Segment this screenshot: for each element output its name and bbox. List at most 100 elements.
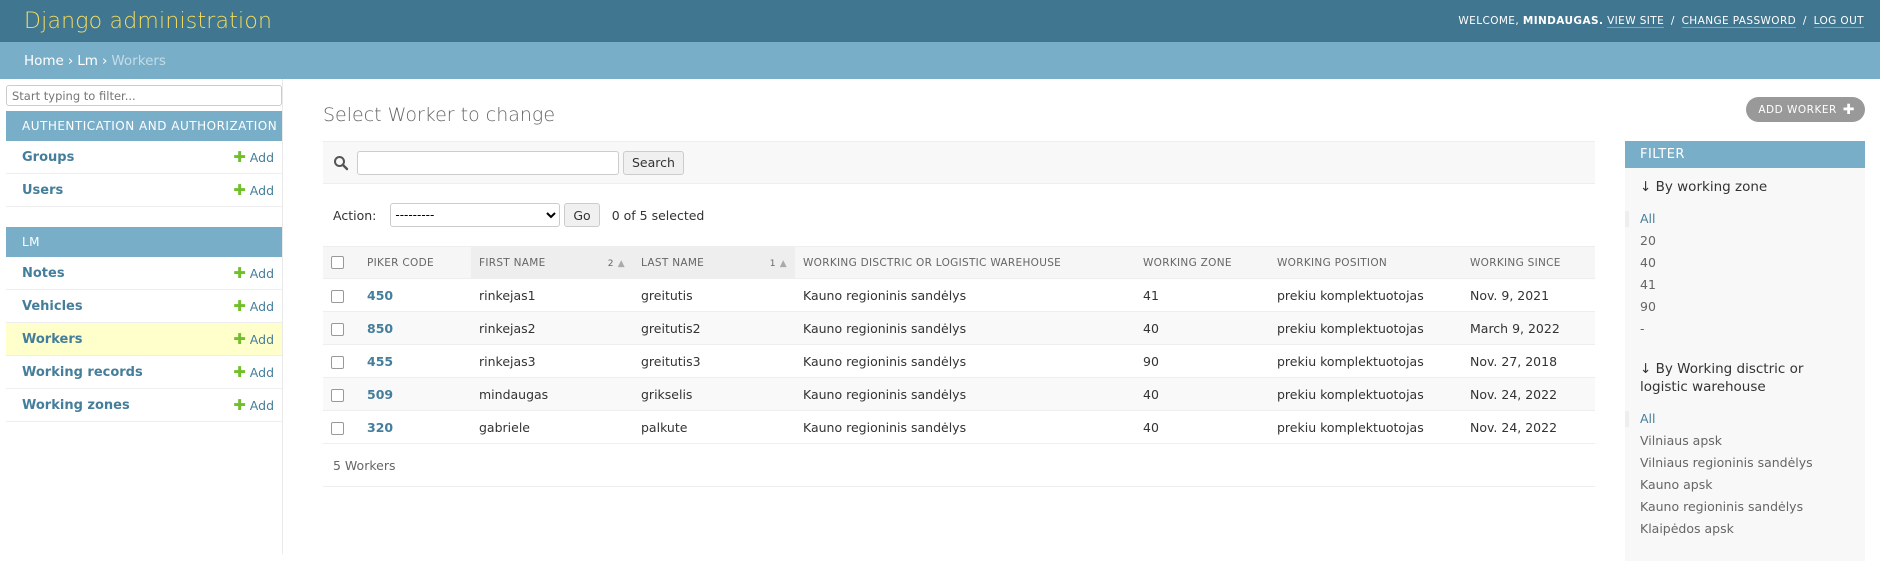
filter-option-klaipedos-apsk[interactable]: Klaipėdos apsk [1640,518,1865,540]
sort-ascending-icon[interactable]: ▲ [780,259,787,269]
select-all-header [323,246,359,279]
filter-option-40[interactable]: 40 [1640,252,1865,274]
add-users-link[interactable]: ✚ Add [233,180,274,199]
column-header-first-name[interactable]: First name 2 ▲ [471,246,633,279]
piker-code-link[interactable]: 450 [367,288,393,303]
module-caption[interactable]: LM [6,227,282,257]
filter-option-vilniaus-regioninis[interactable]: Vilniaus regioninis sandėlys [1640,452,1865,474]
column-header-working-since[interactable]: Working since [1462,246,1595,279]
last-name-cell: greitutis3 [633,344,795,378]
add-worker-button[interactable]: ADD WORKER ✚ [1746,97,1865,122]
search-input[interactable] [357,150,619,175]
column-header-working-position[interactable]: Working position [1269,246,1462,279]
filter-option-kauno-regioninis[interactable]: Kauno regioninis sandėlys [1640,496,1865,518]
since-cell: Nov. 24, 2022 [1462,377,1595,411]
filter-option-41[interactable]: 41 [1640,274,1865,296]
zone-cell: 90 [1135,344,1269,378]
column-label: Last name [641,256,705,269]
sidebar-item-label[interactable]: Groups [22,150,74,165]
breadcrumb-app[interactable]: Lm [77,53,98,69]
column-header-piker-code[interactable]: Piker code [359,246,471,279]
column-header-working-district[interactable]: Working disctric or logistic warehouse [795,246,1135,279]
row-checkbox[interactable] [331,322,344,336]
plus-icon: ✚ [233,180,246,199]
sort-priority: 2 [607,258,614,269]
add-working-zones-link[interactable]: ✚ Add [233,397,274,413]
row-checkbox[interactable] [331,289,344,303]
piker-code-link[interactable]: 850 [367,321,393,336]
sidebar-item-working-zones: Working zones ✚ Add [6,389,282,422]
filter-option-all[interactable]: All [1625,408,1865,430]
filter-option-empty[interactable]: - [1640,318,1865,340]
piker-code-link[interactable]: 320 [367,420,393,435]
piker-code-link[interactable]: 509 [367,387,393,402]
row-select-cell [323,377,359,411]
plus-icon: ✚ [233,362,246,381]
add-workers-link[interactable]: ✚ Add [233,329,274,348]
sidebar-item-label[interactable]: Notes [22,266,65,281]
sort-ascending-icon[interactable]: ▲ [618,259,625,269]
since-cell: Nov. 27, 2018 [1462,344,1595,378]
add-vehicles-link[interactable]: ✚ Add [233,298,274,314]
site-branding[interactable]: Django administration [24,9,272,34]
column-label: First name [479,256,546,269]
log-out-link[interactable]: LOG OUT [1813,15,1864,28]
main: Authentication and Authorization Groups … [0,79,1880,561]
row-checkbox[interactable] [331,355,344,369]
plus-icon: ✚ [233,263,246,282]
plus-icon: ✚ [233,329,246,348]
filter-option-20[interactable]: 20 [1640,230,1865,252]
piker-code-link[interactable]: 455 [367,354,393,369]
results-table: Piker code First name 2 ▲ Last name [323,246,1595,444]
changelist: Search Action: --------- Go 0 of 5 selec… [323,141,1595,561]
action-select[interactable]: --------- [390,203,561,227]
sidebar-item-label[interactable]: Users [22,183,63,198]
sidebar-item-label[interactable]: Working zones [22,398,130,413]
change-password-link[interactable]: CHANGE PASSWORD [1681,15,1797,28]
go-button[interactable]: Go [564,203,600,227]
filter-title-working-zone[interactable]: ↓ By working zone [1625,168,1865,196]
sort-indicator: 1 ▲ [762,257,787,269]
module-caption[interactable]: Authentication and Authorization [6,111,282,141]
filter-option-all[interactable]: All [1625,208,1865,230]
breadcrumb-home[interactable]: Home [24,53,64,69]
select-all-checkbox[interactable] [331,256,344,269]
add-notes-link[interactable]: ✚ Add [233,263,274,282]
search-toolbar: Search [323,141,1595,184]
separator: / [1802,15,1807,27]
table-row: 320 gabriele palkute Kauno regioninis sa… [323,410,1595,444]
position-cell: prekiu komplektuotojas [1269,377,1462,411]
filter-option-kauno-apsk[interactable]: Kauno apsk [1640,474,1865,496]
app-module-auth: Authentication and Authorization Groups … [6,111,282,207]
sidebar-item-groups: Groups ✚ Add [6,141,282,174]
sidebar-item-notes: Notes ✚ Add [6,257,282,290]
row-checkbox[interactable] [331,388,344,402]
first-name-cell: rinkejas1 [471,278,633,312]
actions-bar: Action: --------- Go 0 of 5 selected [323,184,1595,246]
sidebar-item-label[interactable]: Vehicles [22,299,83,314]
sidebar-filter-input[interactable] [6,85,282,106]
table-row: 450 rinkejas1 greitutis Kauno regioninis… [323,278,1595,312]
first-name-cell: gabriele [471,410,633,444]
first-name-cell: rinkejas3 [471,344,633,378]
add-label: Add [249,298,274,314]
filter-option-90[interactable]: 90 [1640,296,1865,318]
add-groups-link[interactable]: ✚ Add [233,149,274,165]
column-header-last-name[interactable]: Last name 1 ▲ [633,246,795,279]
column-header-working-zone[interactable]: Working zone [1135,246,1269,279]
row-select-cell [323,344,359,378]
search-button[interactable]: Search [623,150,684,175]
add-working-records-link[interactable]: ✚ Add [233,362,274,381]
filter-option-vilniaus-apsk[interactable]: Vilniaus apsk [1640,430,1865,452]
filter-title-district[interactable]: ↓ By Working disctric or logistic wareho… [1625,350,1865,396]
sidebar-item-label[interactable]: Working records [22,365,143,380]
row-checkbox[interactable] [331,421,344,435]
breadcrumb-separator: › [101,52,108,69]
paginator: 5 Workers [323,444,1595,487]
since-cell: Nov. 9, 2021 [1462,278,1595,312]
last-name-cell: greitutis [633,278,795,312]
first-name-cell: mindaugas [471,377,633,411]
sidebar-item-label[interactable]: Workers [22,332,82,347]
view-site-link[interactable]: VIEW SITE [1607,15,1665,28]
add-label: Add [249,364,274,380]
